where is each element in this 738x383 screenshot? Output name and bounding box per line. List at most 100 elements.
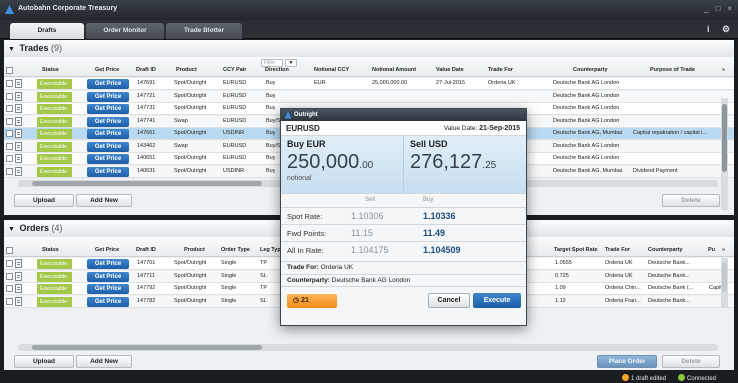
col-notional-amount[interactable]: Notional Amount — [372, 67, 416, 73]
get-price-button[interactable]: Get Price — [87, 141, 129, 152]
document-icon[interactable] — [15, 296, 22, 306]
info-icon[interactable]: i — [707, 24, 710, 34]
collapse-caret-icon[interactable]: ▼ — [8, 46, 15, 53]
tab-trade-blotter[interactable]: Trade Blotter — [166, 23, 242, 39]
row-checkbox[interactable] — [6, 272, 13, 280]
row-checkbox[interactable] — [6, 105, 13, 112]
warning-dot-icon — [622, 374, 629, 381]
get-price-button[interactable]: Get Price — [87, 271, 129, 282]
table-row[interactable]: Executable Get Price 147691 Spot/Outright EU… — [4, 78, 734, 90]
col-value-date[interactable]: Value Date — [436, 67, 464, 73]
gear-icon[interactable]: ⚙ — [722, 24, 730, 35]
row-checkbox[interactable] — [6, 142, 13, 150]
get-price-button[interactable]: Get Price — [87, 166, 129, 177]
document-icon[interactable] — [15, 129, 22, 138]
document-icon[interactable] — [15, 91, 22, 101]
row-checkbox[interactable] — [6, 155, 13, 162]
close-button[interactable]: × — [727, 4, 732, 13]
table-row[interactable]: Executable Get Price 147721 Spot/Outright EU… — [4, 90, 734, 103]
col-draft-id[interactable]: Draft ID — [136, 67, 156, 73]
row-checkbox[interactable] — [6, 285, 13, 292]
document-icon[interactable] — [15, 141, 22, 151]
scrollbar-thumb[interactable] — [32, 345, 262, 350]
delete-button[interactable]: Delete — [662, 194, 720, 207]
filter-input[interactable]: Filter — [261, 59, 283, 67]
tab-drafts[interactable]: Drafts — [10, 23, 84, 39]
trades-vertical-scrollbar[interactable] — [721, 98, 728, 210]
get-price-button[interactable]: Get Price — [87, 154, 129, 164]
col-leg-type[interactable]: Leg Typ — [260, 247, 281, 253]
add-new-button[interactable]: Add New — [76, 194, 132, 207]
leg-type-cell: SL — [260, 272, 267, 279]
col-status[interactable]: Status — [42, 247, 59, 253]
col-direction[interactable]: Direction — [265, 67, 289, 73]
col-order-type[interactable]: Order Type — [221, 247, 250, 253]
document-icon[interactable] — [15, 104, 22, 113]
select-all-checkbox[interactable] — [6, 67, 13, 74]
col-product[interactable]: Product — [176, 67, 197, 73]
place-order-button[interactable]: Place Order — [597, 355, 657, 368]
col-draft-id[interactable]: Draft ID — [136, 247, 156, 253]
row-checkbox[interactable] — [6, 117, 13, 125]
col-trade-for[interactable]: Trade For — [605, 247, 630, 253]
maximize-button[interactable]: □ — [715, 4, 720, 13]
orders-horizontal-scrollbar[interactable] — [18, 344, 718, 351]
scrollbar-thumb[interactable] — [722, 104, 727, 172]
col-get-price[interactable]: Get Price — [95, 67, 119, 73]
col-counterparty[interactable]: Counterparty — [648, 247, 683, 253]
col-purpose[interactable]: Pu — [708, 247, 715, 253]
col-ccy-pair[interactable]: CCY Pair — [223, 67, 246, 73]
upload-button[interactable]: Upload — [14, 194, 74, 207]
target-spot-rate-cell: 1.0555 — [555, 260, 572, 266]
get-price-button[interactable]: Get Price — [87, 129, 129, 139]
execute-button[interactable]: Execute — [473, 293, 521, 308]
document-icon[interactable] — [15, 154, 22, 163]
col-get-price[interactable]: Get Price — [95, 247, 119, 253]
add-new-button[interactable]: Add New — [76, 355, 132, 368]
get-price-button[interactable]: Get Price — [87, 116, 129, 127]
tab-order-monitor[interactable]: Order Monitor — [86, 23, 164, 39]
document-icon[interactable] — [15, 259, 22, 268]
sell-amount-main: 276,127 — [410, 151, 483, 173]
trades-section-header[interactable]: ▼ Trades (9) — [4, 40, 734, 57]
col-purpose[interactable]: Purpose of Trade — [650, 67, 695, 73]
row-checkbox[interactable] — [6, 130, 13, 137]
dialog-title-bar[interactable]: Outright — [281, 109, 526, 121]
delete-button[interactable]: Delete — [662, 355, 720, 368]
document-icon[interactable] — [15, 166, 22, 176]
col-trade-for[interactable]: Trade For — [488, 67, 513, 73]
draft-id-cell: 147782 — [137, 297, 156, 304]
cancel-button[interactable]: Cancel — [428, 293, 470, 308]
col-target-spot-rate[interactable]: Target Spot Rate — [554, 247, 598, 253]
select-all-checkbox[interactable] — [6, 247, 13, 254]
collapse-caret-icon[interactable]: ▼ — [8, 226, 15, 233]
get-price-button[interactable]: Get Price — [87, 296, 129, 307]
row-checkbox[interactable] — [6, 92, 13, 100]
minimize-button[interactable]: _ — [704, 4, 708, 13]
row-checkbox[interactable] — [6, 260, 13, 267]
orders-vertical-scrollbar[interactable] — [721, 258, 728, 308]
col-notional-ccy[interactable]: Notional CCY — [314, 67, 349, 73]
upload-button[interactable]: Upload — [14, 355, 74, 368]
col-status[interactable]: Status — [42, 67, 59, 73]
direction-cell: Buy — [266, 167, 276, 174]
scrollbar-thumb[interactable] — [32, 181, 262, 186]
col-product[interactable]: Product — [184, 247, 205, 253]
get-price-button[interactable]: Get Price — [87, 284, 129, 294]
get-price-button[interactable]: Get Price — [87, 259, 129, 269]
col-counterparty[interactable]: Counterparty — [573, 67, 608, 73]
document-icon[interactable] — [15, 284, 22, 293]
row-checkbox[interactable] — [6, 167, 13, 175]
scrollbar-thumb[interactable] — [722, 262, 727, 292]
row-checkbox[interactable] — [6, 297, 13, 305]
get-price-button[interactable]: Get Price — [87, 91, 129, 102]
get-price-button[interactable]: Get Price — [87, 79, 129, 89]
filter-funnel-icon[interactable]: ▼ — [285, 59, 297, 67]
row-checkbox[interactable] — [6, 80, 13, 87]
get-price-button[interactable]: Get Price — [87, 104, 129, 114]
document-icon[interactable] — [15, 116, 22, 126]
more-columns-icon[interactable]: » — [722, 67, 725, 73]
document-icon[interactable] — [15, 79, 22, 88]
more-columns-icon[interactable]: » — [722, 247, 725, 253]
document-icon[interactable] — [15, 271, 22, 281]
